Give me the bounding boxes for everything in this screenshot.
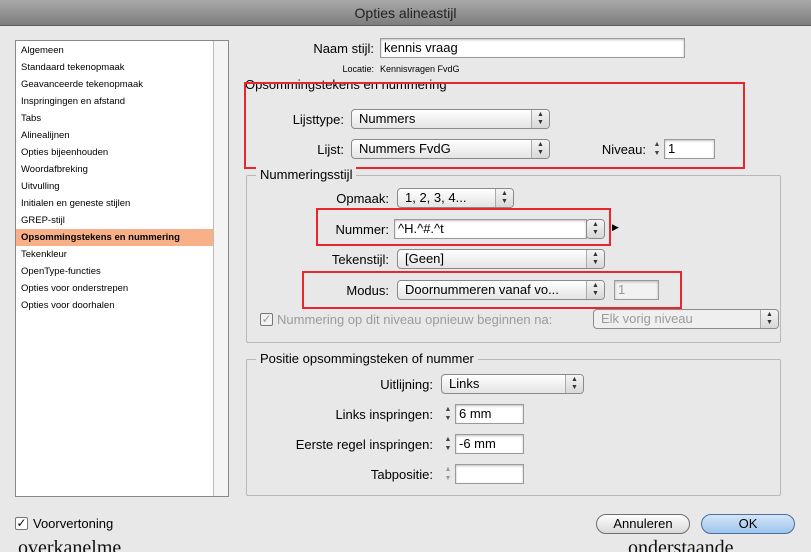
- list-type-value: Nummers: [359, 111, 416, 126]
- char-style-label: Tekenstijl:: [331, 252, 389, 267]
- position-title: Positie opsommingsteken of nummer: [256, 351, 478, 366]
- sidebar-item-opsommingstekens[interactable]: Opsommingstekens en nummering: [16, 229, 213, 246]
- ok-button[interactable]: OK: [701, 514, 795, 534]
- format-label: Opmaak:: [336, 191, 389, 206]
- format-value: 1, 2, 3, 4...: [405, 190, 467, 205]
- first-line-indent-label: Eerste regel inspringen:: [295, 437, 433, 452]
- cancel-button[interactable]: Annuleren: [596, 514, 690, 534]
- updown-arrows-icon: ▲ ▼: [531, 140, 549, 158]
- tab-position-stepper[interactable]: ▲ ▼: [441, 464, 455, 484]
- sidebar-item-bijeenhouden[interactable]: Opties bijeenhouden: [16, 144, 213, 161]
- sidebar-list: Algemeen Standaard tekenopmaak Geavancee…: [16, 41, 213, 496]
- mode-value: Doornummeren vanaf vo...: [405, 282, 559, 297]
- updown-arrows-icon: ▲ ▼: [586, 281, 604, 299]
- window-title: Opties alineastijl: [0, 0, 811, 26]
- alignment-value: Links: [449, 376, 480, 391]
- number-label: Nummer:: [335, 222, 389, 237]
- sidebar-item-tabs[interactable]: Tabs: [16, 110, 213, 127]
- sidebar-item-uitvulling[interactable]: Uitvulling: [16, 178, 213, 195]
- mode-label: Modus:: [346, 283, 389, 298]
- level-label: Niveau:: [601, 142, 646, 157]
- restart-label: Nummering op dit niveau opnieuw beginnen…: [277, 312, 553, 327]
- sidebar-item-geavanceerde-tekenopmaak[interactable]: Geavanceerde tekenopmaak: [16, 76, 213, 93]
- updown-arrows-icon: ▲ ▼: [586, 250, 604, 268]
- format-select[interactable]: 1, 2, 3, 4... ▲ ▼: [397, 188, 514, 208]
- style-name-label: Naam stijl:: [313, 41, 374, 56]
- sidebar-scrollbar[interactable]: [213, 41, 228, 496]
- alignment-select[interactable]: Links ▲ ▼: [441, 374, 584, 394]
- first-line-indent-stepper[interactable]: ▲ ▼: [441, 434, 455, 454]
- updown-arrows-icon: ▲ ▼: [495, 189, 513, 207]
- tab-position-input[interactable]: [455, 464, 524, 484]
- char-style-select[interactable]: [Geen] ▲ ▼: [397, 249, 605, 269]
- updown-arrows-icon: ▲ ▼: [531, 110, 549, 128]
- sidebar-item-woordafbreking[interactable]: Woordafbreking: [16, 161, 213, 178]
- sidebar-item-onderstrepen[interactable]: Opties voor onderstrepen: [16, 280, 213, 297]
- mode-select[interactable]: Doornummeren vanaf vo... ▲ ▼: [397, 280, 605, 300]
- restart-checkbox[interactable]: ✓: [260, 313, 273, 326]
- numbering-style-title: Nummeringsstijl: [256, 167, 357, 182]
- list-select[interactable]: Nummers FvdG ▲ ▼: [351, 139, 550, 159]
- left-indent-stepper[interactable]: ▲ ▼: [441, 404, 455, 424]
- sidebar-item-grep-stijl[interactable]: GREP-stijl: [16, 212, 213, 229]
- level-stepper[interactable]: ▲ ▼: [650, 139, 664, 159]
- level-input[interactable]: 1: [664, 139, 715, 159]
- list-type-label: Lijsttype:: [292, 112, 344, 127]
- sidebar-item-initialen[interactable]: Initialen en geneste stijlen: [16, 195, 213, 212]
- preview-checkbox[interactable]: ✓: [15, 517, 28, 530]
- updown-arrows-icon: ▲ ▼: [587, 220, 604, 238]
- char-style-value: [Geen]: [405, 251, 445, 266]
- number-input[interactable]: ^H.^#.^t: [394, 219, 587, 239]
- background-text-left: overkanelme: [18, 537, 122, 552]
- list-label: Lijst:: [317, 142, 344, 157]
- sidebar-item-algemeen[interactable]: Algemeen: [16, 42, 213, 59]
- left-indent-label: Links inspringen:: [335, 407, 433, 422]
- sidebar-item-inspringingen[interactable]: Inspringingen en afstand: [16, 93, 213, 110]
- sidebar-item-opentype[interactable]: OpenType-functies: [16, 263, 213, 280]
- preview-label: Voorvertoning: [33, 516, 114, 531]
- left-indent-input[interactable]: 6 mm: [455, 404, 524, 424]
- list-type-select[interactable]: Nummers ▲ ▼: [351, 109, 550, 129]
- style-name-input[interactable]: kennis vraag: [380, 38, 685, 58]
- restart-select[interactable]: Elk vorig niveau ▲ ▼: [593, 309, 779, 329]
- sidebar-item-doorhalen[interactable]: Opties voor doorhalen: [16, 297, 213, 314]
- sidebar-item-standaard-tekenopmaak[interactable]: Standaard tekenopmaak: [16, 59, 213, 76]
- sidebar: Algemeen Standaard tekenopmaak Geavancee…: [15, 40, 229, 497]
- first-line-indent-input[interactable]: -6 mm: [455, 434, 524, 454]
- background-text-right: onderstaande: [628, 537, 734, 552]
- restart-value: Elk vorig niveau: [601, 311, 693, 326]
- sidebar-item-alinealijnen[interactable]: Alinealijnen: [16, 127, 213, 144]
- location-label: Locatie:: [342, 64, 374, 74]
- sidebar-item-tekenkleur[interactable]: Tekenkleur: [16, 246, 213, 263]
- updown-arrows-icon: ▲ ▼: [565, 375, 583, 393]
- number-special-chars-select[interactable]: ▲ ▼: [586, 219, 605, 239]
- flyout-arrow-icon[interactable]: ▶: [612, 222, 619, 233]
- tab-position-label: Tabpositie:: [370, 467, 433, 482]
- alignment-label: Uitlijning:: [380, 377, 433, 392]
- paragraph-style-options-dialog: Opties alineastijl Algemeen Standaard te…: [0, 0, 811, 552]
- location-value: Kennisvragen FvdG: [380, 64, 460, 74]
- updown-arrows-icon: ▲ ▼: [760, 310, 778, 328]
- mode-start-input[interactable]: 1: [614, 280, 659, 300]
- list-value: Nummers FvdG: [359, 141, 451, 156]
